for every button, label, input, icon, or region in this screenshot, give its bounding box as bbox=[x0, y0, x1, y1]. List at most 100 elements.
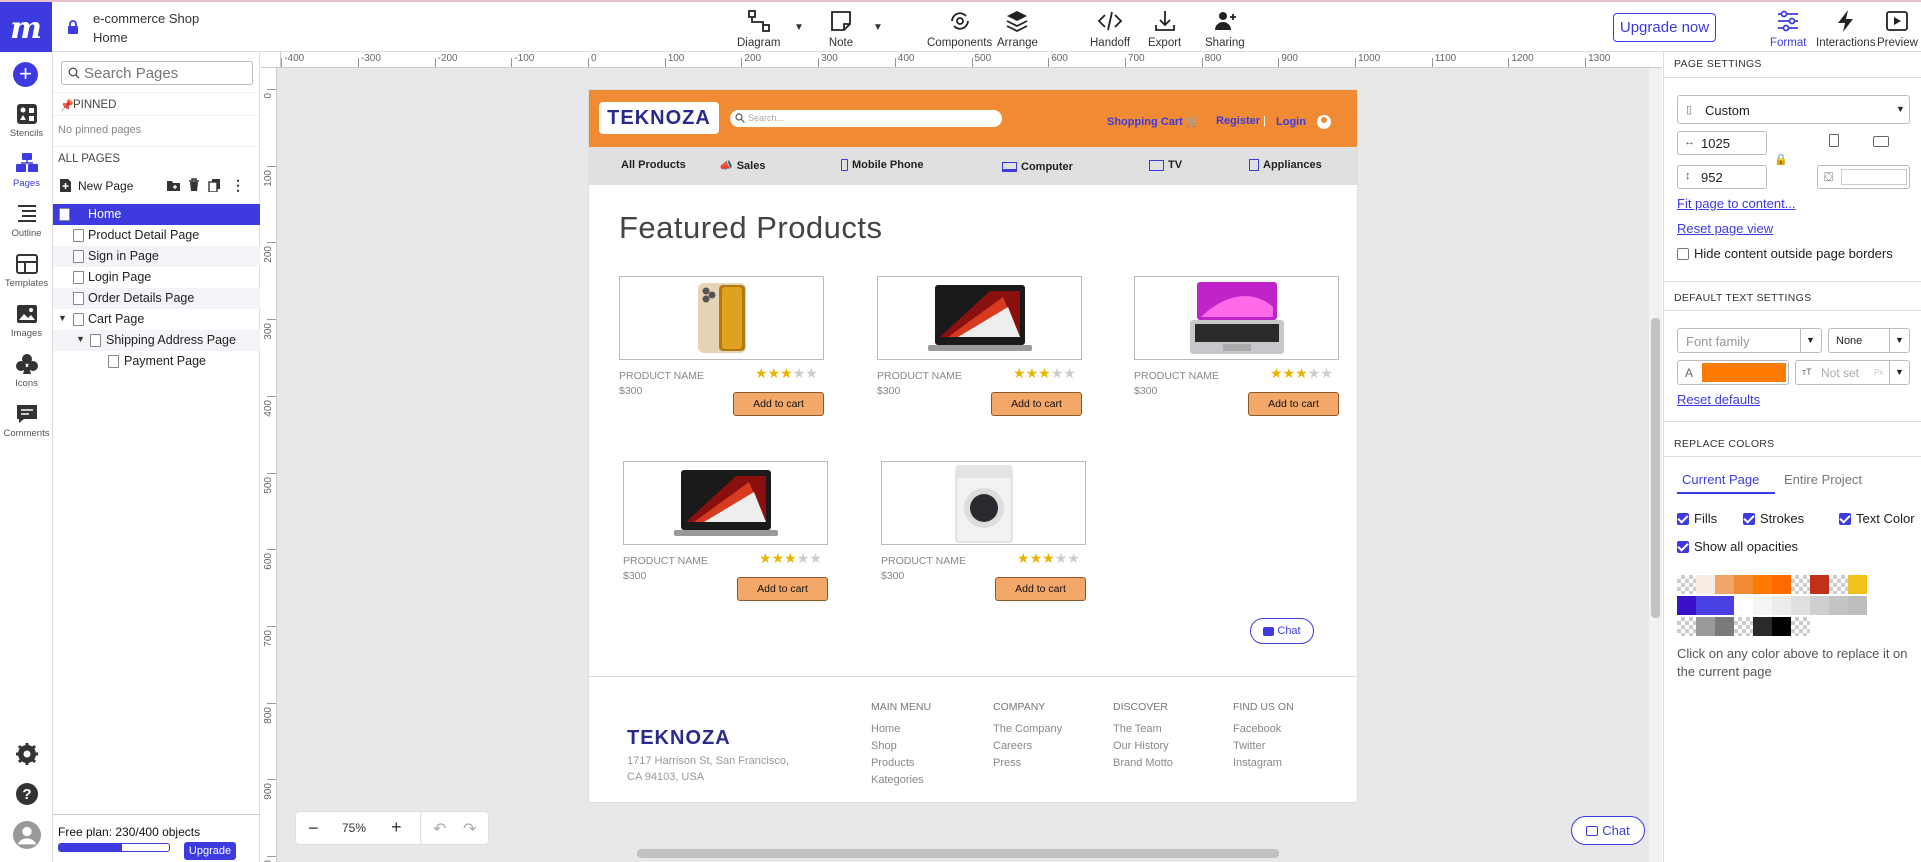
footer-link[interactable]: Our History bbox=[1113, 738, 1173, 755]
note-chevron-down-icon[interactable]: ▼ bbox=[873, 22, 883, 33]
note-tool[interactable]: Note bbox=[828, 8, 854, 52]
reset-page-view-link[interactable]: Reset page view bbox=[1677, 221, 1773, 236]
arrange-tool[interactable]: Arrange bbox=[997, 8, 1038, 52]
footer-link[interactable]: Products bbox=[871, 755, 931, 772]
strokes-checkbox[interactable]: Strokes bbox=[1743, 511, 1804, 526]
nav-sales[interactable]: 📣 Sales bbox=[719, 159, 765, 173]
components-tool[interactable]: Components bbox=[927, 8, 992, 52]
mockup-shopping-cart-link[interactable]: Shopping Cart 🛒 bbox=[1107, 115, 1200, 128]
search-pages-box[interactable] bbox=[61, 61, 253, 85]
text-color-picker[interactable]: A bbox=[1677, 360, 1789, 385]
footer-logo[interactable]: TEKNOZA bbox=[627, 727, 731, 750]
trash-icon[interactable] bbox=[188, 178, 200, 195]
portrait-icon[interactable] bbox=[1829, 134, 1839, 147]
footer-link[interactable]: Facebook bbox=[1233, 721, 1294, 738]
horizontal-scroll-thumb[interactable] bbox=[637, 849, 1279, 858]
color-swatch[interactable] bbox=[1848, 575, 1867, 594]
interactions-tab[interactable]: Interactions bbox=[1816, 8, 1875, 52]
sharing-tool[interactable]: Sharing bbox=[1205, 8, 1245, 52]
new-folder-icon[interactable] bbox=[166, 179, 181, 195]
footer-link[interactable]: Twitter bbox=[1233, 738, 1294, 755]
more-vertical-icon[interactable]: ⋮ bbox=[231, 177, 245, 194]
page-item-payment[interactable]: Payment Page bbox=[53, 351, 260, 372]
app-logo[interactable]: m bbox=[0, 2, 52, 54]
color-swatch[interactable] bbox=[1734, 596, 1753, 615]
page-size-select[interactable]: ▯ Custom ▼ bbox=[1677, 95, 1910, 124]
color-swatch[interactable] bbox=[1772, 575, 1791, 594]
preview-tab[interactable]: Preview bbox=[1877, 8, 1918, 52]
product-image[interactable] bbox=[1134, 276, 1339, 360]
footer-link[interactable]: Instagram bbox=[1233, 755, 1294, 772]
color-swatch[interactable] bbox=[1791, 575, 1810, 594]
chat-button[interactable]: Chat bbox=[1571, 816, 1645, 845]
page-fill-color[interactable]: ⛋ bbox=[1817, 165, 1910, 189]
page-width-input[interactable]: ↔ 1025 bbox=[1677, 131, 1767, 155]
plan-upgrade-button[interactable]: Upgrade bbox=[184, 842, 236, 860]
rail-outline[interactable]: Outline bbox=[0, 202, 53, 239]
rail-images[interactable]: Images bbox=[0, 302, 53, 339]
add-to-cart-button[interactable]: Add to cart bbox=[995, 577, 1086, 601]
rail-comments[interactable]: Comments bbox=[0, 402, 53, 439]
rail-stencils[interactable]: Stencils bbox=[0, 102, 53, 139]
color-swatch[interactable] bbox=[1810, 596, 1829, 615]
page-item-sign-in[interactable]: Sign in Page bbox=[53, 246, 260, 267]
page-item-product-detail[interactable]: Product Detail Page bbox=[53, 225, 260, 246]
new-page-icon[interactable] bbox=[59, 178, 72, 196]
expand-triangle-icon[interactable]: ▼ bbox=[76, 334, 85, 344]
handoff-tool[interactable]: Handoff bbox=[1090, 8, 1130, 52]
diagram-chevron-down-icon[interactable]: ▼ bbox=[794, 22, 804, 33]
mockup-logo[interactable]: TEKNOZA bbox=[599, 102, 719, 134]
duplicate-icon[interactable] bbox=[208, 178, 221, 195]
page-artboard[interactable]: TEKNOZA Search... Shopping Cart 🛒 Regist… bbox=[588, 89, 1358, 803]
footer-link[interactable]: Careers bbox=[993, 738, 1062, 755]
color-swatch[interactable] bbox=[1734, 575, 1753, 594]
format-tab[interactable]: Format bbox=[1770, 8, 1806, 52]
mockup-register-link[interactable]: Register | bbox=[1216, 115, 1266, 127]
footer-link[interactable]: Home bbox=[871, 721, 931, 738]
color-swatch[interactable] bbox=[1753, 617, 1772, 636]
color-swatch[interactable] bbox=[1696, 617, 1715, 636]
footer-link[interactable]: Kategories bbox=[871, 772, 931, 789]
footer-link[interactable]: The Team bbox=[1113, 721, 1173, 738]
font-weight-select[interactable]: None ▼ bbox=[1828, 328, 1910, 353]
product-image[interactable] bbox=[881, 461, 1086, 545]
tab-entire-project[interactable]: Entire Project bbox=[1779, 469, 1867, 490]
zoom-in-button[interactable]: + bbox=[391, 817, 402, 838]
footer-link[interactable]: Shop bbox=[871, 738, 931, 755]
nav-tv[interactable]: TV bbox=[1149, 159, 1182, 171]
page-height-input[interactable]: ↕ 952 bbox=[1677, 165, 1767, 189]
lock-ratio-icon[interactable]: 🔒 bbox=[1774, 153, 1788, 166]
color-swatch[interactable] bbox=[1791, 617, 1810, 636]
canvas-area[interactable]: -400 -300 -200 -100 0 100 200 300 400 500 600 700 80… bbox=[261, 52, 1662, 862]
rail-pages[interactable]: Pages bbox=[0, 152, 53, 189]
expand-triangle-icon[interactable]: ▼ bbox=[58, 313, 67, 323]
color-swatch[interactable] bbox=[1772, 596, 1791, 615]
add-to-cart-button[interactable]: Add to cart bbox=[733, 392, 824, 416]
product-image[interactable] bbox=[877, 276, 1082, 360]
nav-mobile-phone[interactable]: Mobile Phone bbox=[841, 159, 924, 171]
color-swatch[interactable] bbox=[1810, 575, 1829, 594]
footer-link[interactable]: Press bbox=[993, 755, 1062, 772]
add-icon[interactable]: + bbox=[13, 62, 38, 87]
mockup-login-link[interactable]: Login bbox=[1276, 115, 1331, 129]
zoom-level[interactable]: 75% bbox=[342, 821, 366, 835]
mockup-header[interactable]: TEKNOZA Search... Shopping Cart 🛒 Regist… bbox=[589, 90, 1357, 147]
color-swatch[interactable] bbox=[1715, 596, 1734, 615]
page-item-order-details[interactable]: Order Details Page bbox=[53, 288, 260, 309]
color-swatch[interactable] bbox=[1715, 575, 1734, 594]
add-to-cart-button[interactable]: Add to cart bbox=[991, 392, 1082, 416]
product-image[interactable] bbox=[623, 461, 828, 545]
diagram-tool[interactable]: Diagram bbox=[737, 8, 780, 52]
color-swatch[interactable] bbox=[1791, 596, 1810, 615]
project-title[interactable]: e-commerce Shop bbox=[93, 11, 199, 26]
rail-templates[interactable]: Templates bbox=[0, 252, 53, 289]
mockup-search-bar[interactable]: Search... bbox=[730, 110, 1002, 127]
show-opacities-checkbox[interactable]: Show all opacities bbox=[1677, 539, 1798, 554]
color-swatch[interactable] bbox=[1677, 596, 1696, 615]
font-family-select[interactable]: Font family ▼ bbox=[1677, 328, 1822, 353]
color-swatch[interactable] bbox=[1696, 596, 1715, 615]
nav-computer[interactable]: Computer bbox=[1002, 161, 1073, 173]
nav-appliances[interactable]: Appliances bbox=[1249, 159, 1322, 171]
color-swatch[interactable] bbox=[1753, 575, 1772, 594]
avatar[interactable] bbox=[0, 821, 53, 851]
